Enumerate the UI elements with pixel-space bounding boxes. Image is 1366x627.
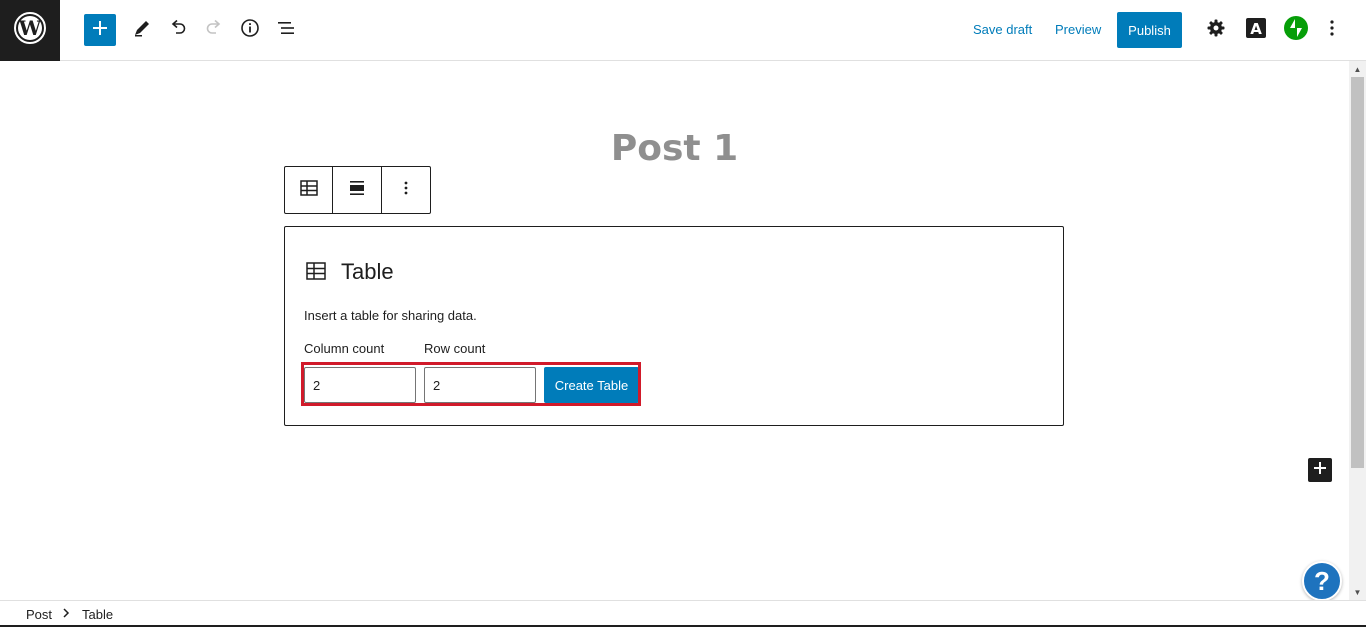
breadcrumb-item-table[interactable]: Table <box>82 607 113 622</box>
jetpack-button[interactable] <box>1280 14 1312 46</box>
block-toolbar <box>284 166 431 214</box>
list-view-icon <box>276 18 296 43</box>
list-view-button[interactable] <box>270 14 302 46</box>
scroll-up-icon[interactable]: ▲ <box>1349 61 1366 77</box>
editor-header: W Save draft Preview Publish A <box>0 0 1366 61</box>
more-vertical-icon <box>1322 18 1342 43</box>
block-breadcrumb: Post Table <box>0 600 1366 627</box>
info-icon <box>240 18 260 43</box>
table-icon <box>306 262 326 287</box>
scroll-down-icon[interactable]: ▼ <box>1349 584 1366 600</box>
tools-button[interactable] <box>126 14 158 46</box>
undo-icon <box>168 18 188 43</box>
block-options-button[interactable] <box>382 167 430 213</box>
publish-button[interactable]: Publish <box>1117 12 1182 48</box>
post-title[interactable]: Post 1 <box>0 128 1349 169</box>
wordpress-logo-button[interactable]: W <box>0 0 60 61</box>
column-count-input[interactable] <box>304 367 416 403</box>
block-instructions: Insert a table for sharing data. <box>304 308 477 323</box>
block-type-switcher[interactable] <box>285 167 333 213</box>
help-button[interactable]: ? <box>1302 561 1342 601</box>
add-block-button[interactable] <box>1308 458 1332 482</box>
chevron-right-icon <box>62 606 70 623</box>
more-vertical-icon <box>396 178 416 203</box>
svg-text:W: W <box>18 16 42 40</box>
details-button[interactable] <box>234 14 266 46</box>
options-menu-button[interactable] <box>1316 14 1348 46</box>
scrollbar[interactable]: ▲ ▼ <box>1349 61 1366 600</box>
undo-button[interactable] <box>162 14 194 46</box>
column-count-label: Column count <box>304 341 385 356</box>
preview-button[interactable]: Preview <box>1055 22 1101 37</box>
wordpress-logo-icon: W <box>14 12 46 49</box>
row-count-input[interactable] <box>424 367 536 403</box>
row-count-label: Row count <box>424 341 486 356</box>
block-label: Table <box>341 259 394 284</box>
align-button[interactable] <box>333 167 382 213</box>
svg-text:A: A <box>1250 20 1262 38</box>
table-icon <box>299 178 319 203</box>
letter-a-icon: A <box>1245 17 1267 44</box>
pencil-icon <box>132 18 152 43</box>
breadcrumb-item-post[interactable]: Post <box>26 607 52 622</box>
redo-button[interactable] <box>198 14 230 46</box>
jetpack-icon <box>1284 15 1308 45</box>
settings-button[interactable] <box>1200 14 1232 46</box>
redo-icon <box>204 18 224 43</box>
plus-icon <box>92 20 108 41</box>
scrollbar-thumb[interactable] <box>1351 77 1364 468</box>
amp-plugin-button[interactable]: A <box>1240 14 1272 46</box>
table-placeholder-block: Table Insert a table for sharing data. C… <box>284 226 1064 426</box>
plus-icon <box>1313 461 1327 480</box>
save-draft-button[interactable]: Save draft <box>973 22 1032 37</box>
block-inserter-button[interactable] <box>84 14 116 46</box>
align-center-icon <box>347 178 367 203</box>
gear-icon <box>1206 18 1226 43</box>
create-table-button[interactable]: Create Table <box>544 367 639 403</box>
